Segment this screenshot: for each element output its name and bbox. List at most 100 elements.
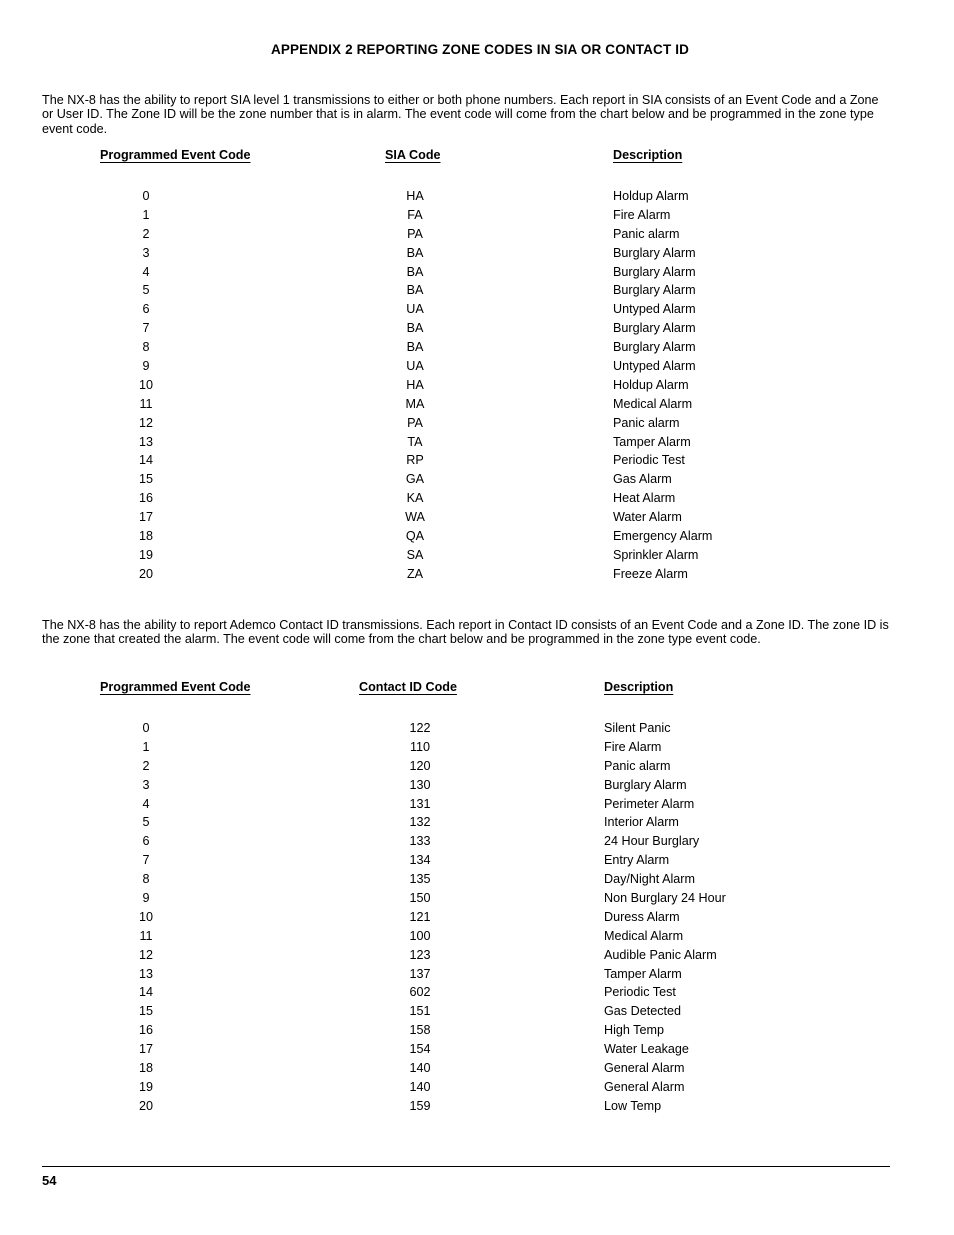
cell-code: PA <box>407 415 423 430</box>
table-row: 14 602 Periodic Test <box>0 985 954 1004</box>
cell-programmed-event-code: 19 <box>138 547 153 562</box>
cell-description: Panic alarm <box>604 758 671 773</box>
cell-programmed-event-code: 8 <box>142 340 150 355</box>
cell-code: BA <box>406 321 424 336</box>
cell-code: GA <box>405 472 425 487</box>
sia-table-body: 0 HA Holdup Alarm 1 FA Fire Alarm 2 PA Panic ala… <box>0 189 954 586</box>
cell-description: General Alarm <box>604 1061 685 1076</box>
cell-description: Burglary Alarm <box>613 340 696 355</box>
table-row: 15 151 Gas Detected <box>0 1004 954 1023</box>
table-row: 7 134 Entry Alarm <box>0 853 954 872</box>
cell-description: General Alarm <box>604 1079 685 1094</box>
column-header-contact-id-code: Contact ID Code <box>359 680 457 694</box>
cell-code: 130 <box>409 777 431 792</box>
table-row: 7 BA Burglary Alarm <box>0 321 954 340</box>
table-row: 17 WA Water Alarm <box>0 510 954 529</box>
cell-code: BA <box>406 283 424 298</box>
cell-code: 159 <box>409 1098 431 1113</box>
cell-code: BA <box>406 245 424 260</box>
cell-description: Gas Detected <box>604 1004 682 1019</box>
table-row: 11 MA Medical Alarm <box>0 397 954 416</box>
cell-programmed-event-code: 15 <box>138 472 153 487</box>
cell-code: 120 <box>409 758 431 773</box>
table-row: 9 UA Untyped Alarm <box>0 359 954 378</box>
page-number: 54 <box>42 1173 57 1188</box>
column-header-programmed-event-code: Programmed Event Code <box>100 148 251 162</box>
cell-description: Burglary Alarm <box>613 321 696 336</box>
table-header-row: Programmed Event Code Contact ID Code De… <box>0 680 954 704</box>
cell-description: Periodic Test <box>604 985 676 1000</box>
cell-description: Gas Alarm <box>613 472 672 487</box>
cell-description: Water Leakage <box>604 1042 689 1057</box>
table-row: 18 140 General Alarm <box>0 1061 954 1080</box>
table-header-row: Programmed Event Code SIA Code Descripti… <box>0 148 954 172</box>
table-row: 2 120 Panic alarm <box>0 759 954 778</box>
cell-description: Silent Panic <box>604 721 671 735</box>
table-header-spacer <box>0 704 954 721</box>
table-row: 8 BA Burglary Alarm <box>0 340 954 359</box>
cell-programmed-event-code: 4 <box>142 796 150 811</box>
cell-programmed-event-code: 3 <box>142 777 150 792</box>
cell-description: Entry Alarm <box>604 853 670 868</box>
cell-programmed-event-code: 13 <box>138 966 153 981</box>
cell-programmed-event-code: 5 <box>142 283 150 298</box>
cell-programmed-event-code: 20 <box>138 1098 153 1113</box>
table-row: 15 GA Gas Alarm <box>0 472 954 491</box>
cell-programmed-event-code: 16 <box>138 491 153 506</box>
cell-description: Interior Alarm <box>604 815 679 830</box>
cell-description: Panic alarm <box>613 226 680 241</box>
cell-programmed-event-code: 16 <box>138 1023 153 1038</box>
cell-code: MA <box>405 396 425 411</box>
cell-description: Low Temp <box>604 1098 662 1113</box>
table-row: 0 122 Silent Panic <box>0 721 954 740</box>
table-row: 4 BA Burglary Alarm <box>0 265 954 284</box>
cell-programmed-event-code: 1 <box>142 207 150 222</box>
table-row: 12 PA Panic alarm <box>0 416 954 435</box>
table-row: 16 158 High Temp <box>0 1023 954 1042</box>
cell-code: UA <box>406 359 424 374</box>
cell-programmed-event-code: 4 <box>142 264 150 279</box>
cell-description: Fire Alarm <box>613 207 671 222</box>
cell-programmed-event-code: 12 <box>138 947 153 962</box>
table-row: 9 150 Non Burglary 24 Hour <box>0 891 954 910</box>
cell-description: Tamper Alarm <box>604 966 682 981</box>
cell-programmed-event-code: 1 <box>142 739 150 754</box>
table-row: 2 PA Panic alarm <box>0 227 954 246</box>
cell-code: HA <box>406 189 424 203</box>
cell-programmed-event-code: 5 <box>142 815 150 830</box>
cell-programmed-event-code: 13 <box>138 434 153 449</box>
cell-description: Sprinkler Alarm <box>613 547 699 562</box>
cell-description: Burglary Alarm <box>613 245 696 260</box>
cell-code: 151 <box>409 1004 431 1019</box>
table-row: 12 123 Audible Panic Alarm <box>0 948 954 967</box>
cell-description: Untyped Alarm <box>613 359 696 374</box>
cell-description: Medical Alarm <box>613 396 693 411</box>
cell-code: 154 <box>409 1042 431 1057</box>
cell-code: ZA <box>406 566 424 581</box>
cell-code: KA <box>406 491 424 506</box>
cell-code: BA <box>406 264 424 279</box>
table-row: 19 SA Sprinkler Alarm <box>0 548 954 567</box>
cell-programmed-event-code: 10 <box>138 377 153 392</box>
cell-description: Medical Alarm <box>604 928 684 943</box>
cell-code: QA <box>405 529 425 544</box>
cell-programmed-event-code: 14 <box>138 985 153 1000</box>
cell-code: 123 <box>409 947 431 962</box>
table-row: 20 159 Low Temp <box>0 1099 954 1118</box>
cell-description: Day/Night Alarm <box>604 872 695 887</box>
cell-description: Burglary Alarm <box>613 283 696 298</box>
cell-code: PA <box>407 226 423 241</box>
cell-programmed-event-code: 15 <box>138 1004 153 1019</box>
cell-code: HA <box>406 377 424 392</box>
cell-code: SA <box>406 547 424 562</box>
cell-code: UA <box>406 302 424 317</box>
cell-description: Freeze Alarm <box>613 566 688 581</box>
table-row: 16 KA Heat Alarm <box>0 491 954 510</box>
cell-programmed-event-code: 10 <box>138 909 153 924</box>
cell-description: Heat Alarm <box>613 491 676 506</box>
cell-programmed-event-code: 17 <box>138 1042 153 1057</box>
cell-code: 140 <box>409 1061 431 1076</box>
table-row: 11 100 Medical Alarm <box>0 929 954 948</box>
cell-description: Tamper Alarm <box>613 434 691 449</box>
table-row: 14 RP Periodic Test <box>0 453 954 472</box>
